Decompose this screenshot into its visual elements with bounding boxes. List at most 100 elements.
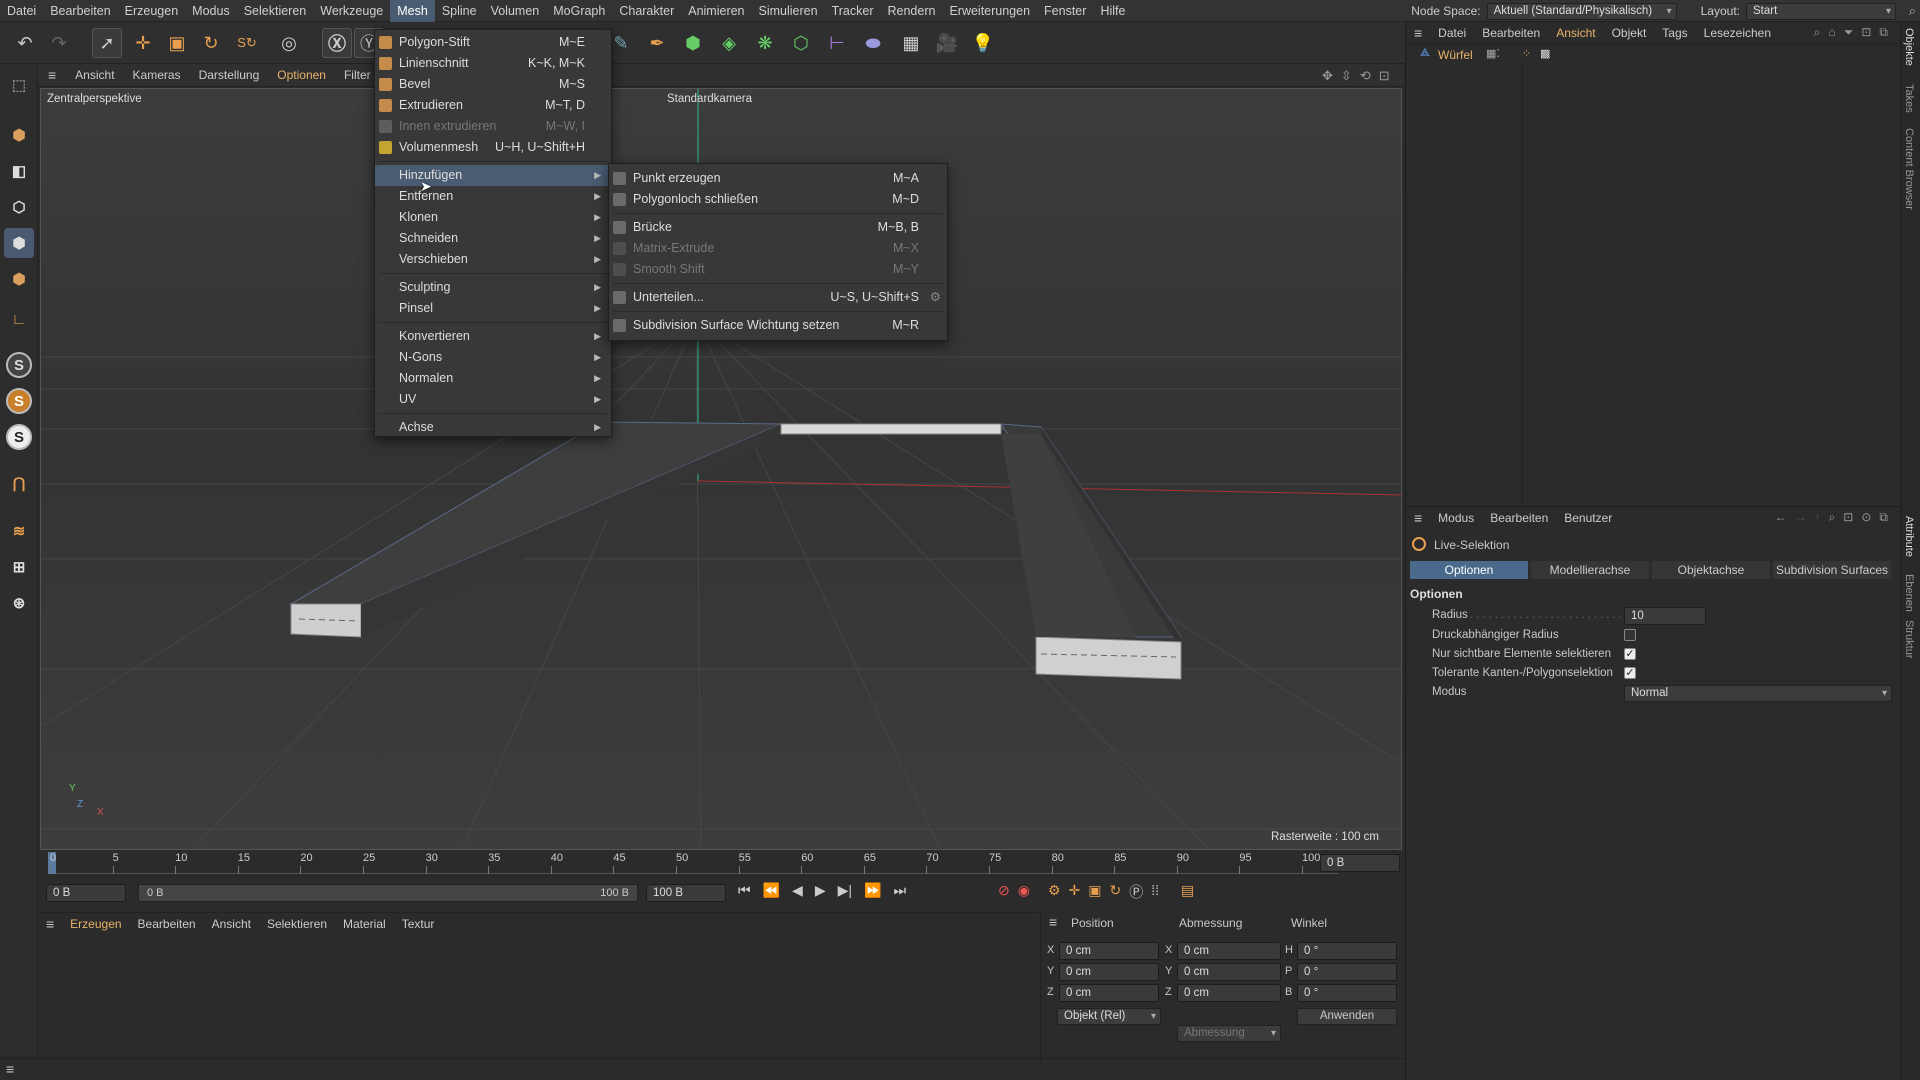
menu-3[interactable]: Modus	[185, 0, 237, 22]
attr-tab-0[interactable]: Optionen	[1410, 561, 1528, 579]
floor-icon[interactable]: ▦	[896, 28, 926, 58]
pen-icon[interactable]: ✒	[642, 28, 672, 58]
subdivision-icon[interactable]: ◈	[714, 28, 744, 58]
auto-key-icon[interactable]: ◉	[1018, 882, 1030, 902]
menu-13[interactable]: Tracker	[825, 0, 881, 22]
tool-settings-icon[interactable]: ⚙	[930, 287, 941, 308]
mesh-menu-item-2[interactable]: Bevel M~S	[375, 74, 611, 95]
add-submenu-item-4[interactable]: Smooth Shift M~Y	[609, 259, 947, 280]
menu-14[interactable]: Rendern	[880, 0, 942, 22]
workplane-lock-icon[interactable]: ⊞	[4, 552, 34, 582]
mesh-menu-item-10[interactable]: Verschieben ▶	[375, 249, 611, 270]
select-tool-icon[interactable]: ➚	[92, 28, 122, 58]
coord-size-dropdown[interactable]: Abmessung	[1177, 1025, 1281, 1042]
menu-16[interactable]: Fenster	[1037, 0, 1093, 22]
add-submenu-item-5[interactable]: Unterteilen... U~S, U~Shift+S ⚙	[609, 287, 947, 308]
attr-new-window-icon[interactable]: ⧉	[1879, 510, 1888, 525]
menu-8[interactable]: Volumen	[484, 0, 547, 22]
magnet-icon[interactable]: ⋂	[4, 468, 34, 498]
object-visibility-icon[interactable]: ▦⁚	[1486, 47, 1500, 60]
quantize-icon[interactable]: S	[6, 424, 32, 450]
dolly-icon[interactable]: ⇳	[1341, 68, 1352, 84]
viewport-menu-1[interactable]: Kameras	[124, 68, 190, 82]
camera-label[interactable]: Standardkamera	[667, 93, 752, 105]
mesh-menu-item-4[interactable]: Innen extrudieren M~W, I	[375, 116, 611, 137]
material-menu-4[interactable]: Material	[335, 917, 394, 931]
points-mode-icon[interactable]: ⬡	[4, 192, 34, 222]
attr-tab-1[interactable]: Modellierachse	[1531, 561, 1649, 579]
material-tag-icon[interactable]: ▩	[1540, 47, 1550, 60]
play-icon[interactable]: ▶	[815, 882, 826, 899]
camera-icon[interactable]: 🎥	[932, 28, 962, 58]
attr-tab-3[interactable]: Subdivision Surfaces	[1773, 561, 1891, 579]
cube-generator-icon[interactable]: ⬢	[678, 28, 708, 58]
menu-17[interactable]: Hilfe	[1093, 0, 1132, 22]
light-icon[interactable]: 💡	[968, 28, 998, 58]
orbit-icon[interactable]: ⟲	[1360, 68, 1371, 84]
add-submenu-item-3[interactable]: Matrix-Extrude M~X	[609, 238, 947, 259]
next-key-icon[interactable]: ⏩	[864, 882, 881, 899]
pan-icon[interactable]: ✥	[1322, 68, 1333, 84]
move-tool-icon[interactable]: ✛	[128, 28, 158, 58]
attr-menu-1[interactable]: Bearbeiten	[1482, 511, 1556, 525]
mesh-menu-item-0[interactable]: Polygon-Stift M~E	[375, 32, 611, 53]
angle-field[interactable]: 0 °	[1297, 984, 1397, 1002]
viewport-menu-3[interactable]: Optionen	[268, 68, 335, 82]
object-filter-icon[interactable]: ⏷	[1844, 25, 1854, 40]
attr-menu-2[interactable]: Benutzer	[1556, 511, 1620, 525]
object-search-icon[interactable]: ⌕	[1814, 25, 1821, 40]
key-scale-icon[interactable]: ▣	[1088, 882, 1101, 902]
material-menu-3[interactable]: Selektieren	[259, 917, 335, 931]
attr-search-icon[interactable]: ⌕	[1829, 510, 1836, 525]
object-new-window-icon[interactable]: ⧉	[1879, 25, 1888, 40]
key-position-icon[interactable]: ✛	[1069, 882, 1081, 902]
menu-15[interactable]: Erweiterungen	[942, 0, 1037, 22]
key-pla-icon[interactable]: ⁞⁞	[1151, 882, 1159, 902]
menu-2[interactable]: Erzeugen	[118, 0, 186, 22]
mesh-object[interactable]	[289, 421, 1182, 680]
texture-mode-icon[interactable]: ◧	[4, 156, 34, 186]
viewport-menu-0[interactable]: Ansicht	[66, 68, 123, 82]
attr-tab-2[interactable]: Objektachse	[1652, 561, 1770, 579]
scale-tool-icon[interactable]: ▣	[162, 28, 192, 58]
menu-0[interactable]: Datei	[0, 0, 43, 22]
attr-hamburger-icon[interactable]: ≡	[1406, 510, 1430, 526]
mesh-menu-item-7[interactable]: Entfernen ▶	[375, 186, 611, 207]
axis-mode-icon[interactable]: ∟	[4, 304, 34, 334]
size-field[interactable]: 0 cm	[1177, 963, 1281, 981]
size-field[interactable]: 0 cm	[1177, 942, 1281, 960]
coords-hamburger-icon[interactable]: ≡	[1049, 914, 1057, 930]
recent-tool-icon[interactable]: ◎	[274, 28, 304, 58]
snap-icon[interactable]: S	[6, 352, 32, 378]
phong-tag-icon[interactable]: ⁘	[1522, 47, 1531, 60]
angle-field[interactable]: 0 °	[1297, 942, 1397, 960]
layout-dropdown[interactable]: Start	[1746, 2, 1896, 20]
object-menu-0[interactable]: Datei	[1430, 26, 1474, 40]
viewport-menu-4[interactable]: Filter	[335, 68, 380, 82]
angle-field[interactable]: 0 °	[1297, 963, 1397, 981]
menu-11[interactable]: Animieren	[681, 0, 751, 22]
menu-9[interactable]: MoGraph	[546, 0, 612, 22]
hamburger-icon[interactable]: ≡	[38, 67, 66, 83]
position-field[interactable]: 0 cm	[1059, 942, 1159, 960]
side-tab-2[interactable]: Content Browser	[1903, 128, 1915, 210]
mesh-menu-item-17[interactable]: Achse ▶	[375, 417, 611, 438]
menu-12[interactable]: Simulieren	[752, 0, 825, 22]
attr-up-icon[interactable]: ↑	[1815, 510, 1821, 525]
material-hamburger-icon[interactable]: ≡	[38, 916, 62, 932]
current-frame-field[interactable]: 0 B	[1320, 854, 1400, 872]
mesh-menu-item-6[interactable]: Hinzufügen ▶	[375, 165, 611, 186]
object-row[interactable]: ⟁ Würfel ▦⁚ ⁘ ▩	[1406, 46, 1901, 64]
workplane-icon[interactable]: ≋	[4, 516, 34, 546]
object-menu-3[interactable]: Objekt	[1604, 26, 1655, 40]
object-menu-5[interactable]: Lesezeichen	[1696, 26, 1779, 40]
material-menu-1[interactable]: Bearbeiten	[130, 917, 204, 931]
workplane-align-icon[interactable]: ⊛	[4, 588, 34, 618]
attr-settings-icon[interactable]: ⊙	[1861, 510, 1871, 525]
array-icon[interactable]: ❋	[750, 28, 780, 58]
menu-7[interactable]: Spline	[435, 0, 484, 22]
apply-button[interactable]: Anwenden	[1297, 1008, 1397, 1025]
maximize-icon[interactable]: ⊡	[1379, 68, 1390, 84]
radius-field[interactable]: 10	[1624, 607, 1706, 625]
start-frame-field[interactable]: 0 B	[46, 884, 126, 902]
